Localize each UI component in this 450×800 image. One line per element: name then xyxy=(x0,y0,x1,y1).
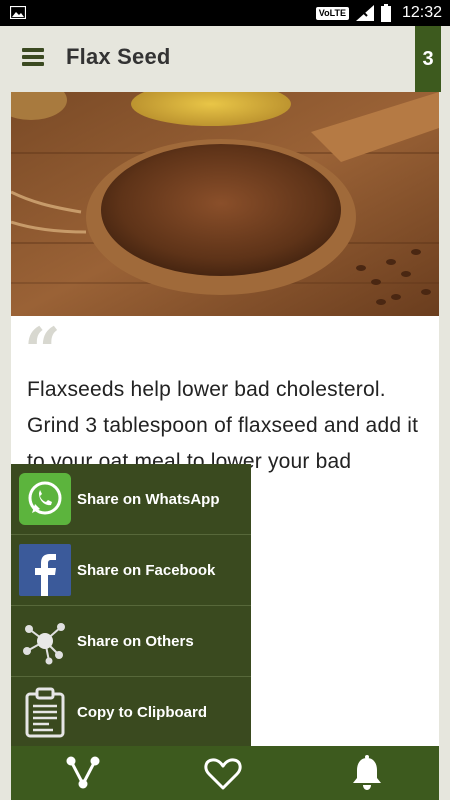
share-network-icon xyxy=(23,623,65,665)
share-facebook-button[interactable]: Share on Facebook xyxy=(11,535,251,606)
share-others-button[interactable]: Share on Others xyxy=(11,606,251,677)
copy-clipboard-button[interactable]: Copy to Clipboard xyxy=(11,677,251,747)
volte-badge: VoLTE xyxy=(315,6,349,20)
app-bar: Flax Seed 3 xyxy=(0,26,450,92)
flax-seed-photo xyxy=(11,92,439,316)
menu-icon[interactable] xyxy=(22,48,44,68)
facebook-icon xyxy=(19,544,71,596)
bell-icon[interactable] xyxy=(347,754,387,792)
gallery-notification-icon xyxy=(10,6,26,19)
share-sheet: Share on WhatsApp Share on Facebook Shar… xyxy=(11,464,251,746)
share-whatsapp-label: Share on WhatsApp xyxy=(77,490,220,508)
clock: 12:32 xyxy=(401,4,442,21)
copy-clipboard-label: Copy to Clipboard xyxy=(77,703,207,721)
share-whatsapp-button[interactable]: Share on WhatsApp xyxy=(11,464,251,535)
item-counter: 3 xyxy=(415,26,441,92)
heart-icon[interactable] xyxy=(203,754,243,792)
status-icons: VoLTE 12:32 xyxy=(315,3,442,23)
battery-icon xyxy=(380,4,391,22)
share-icon[interactable] xyxy=(63,754,103,792)
page-title: Flax Seed xyxy=(66,44,171,69)
share-others-label: Share on Others xyxy=(77,632,194,650)
bottom-navigation xyxy=(11,746,439,800)
whatsapp-icon xyxy=(19,473,71,525)
share-facebook-label: Share on Facebook xyxy=(77,561,216,579)
status-bar: VoLTE 12:32 xyxy=(0,0,450,26)
clipboard-icon xyxy=(25,687,65,738)
signal-icon xyxy=(355,5,374,21)
